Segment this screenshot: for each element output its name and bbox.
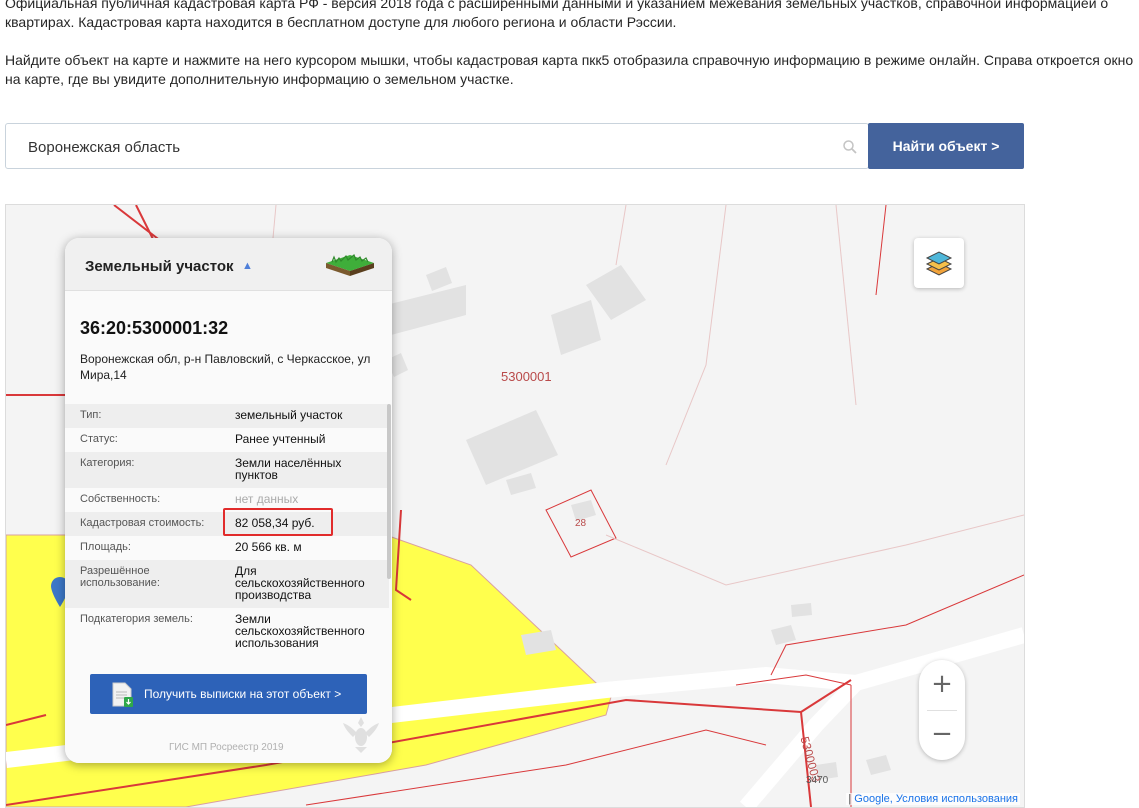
object-address: Воронежская обл, р-н Павловский, с Черка…: [80, 352, 371, 382]
properties-scrollbar[interactable]: [387, 404, 391, 579]
property-value: Ранее учтенный: [235, 432, 326, 446]
land-plot-icon: [326, 254, 374, 276]
property-row-permitted-use: Разрешённое использование: Для сельскохо…: [65, 560, 389, 608]
get-extracts-label: Получить выписки на этот объект >: [144, 687, 342, 701]
intro-text: Официальная публичная кадастровая карта …: [5, 0, 1135, 108]
card-title: Земельный участок: [85, 258, 234, 275]
document-download-icon: [112, 682, 133, 707]
zoom-in-button[interactable]: +: [919, 660, 965, 710]
property-label: Тип:: [80, 409, 102, 421]
find-object-button[interactable]: Найти объект >: [868, 123, 1024, 169]
property-value: земельный участок: [235, 408, 343, 422]
google-link[interactable]: Google: [854, 793, 889, 805]
map-attribution: | Google, Условия использования: [846, 793, 1020, 805]
card-body: 36:20:5300001:32 Воронежская обл, р-н Па…: [65, 291, 392, 763]
zoom-out-button[interactable]: −: [919, 710, 965, 760]
property-row-category: Категория: Земли населённых пунктов: [65, 452, 389, 488]
property-label: Категория:: [80, 457, 135, 469]
search-input[interactable]: [26, 124, 830, 170]
map-block-label: 5300001: [501, 369, 552, 384]
object-info-card: Земельный участок ▲ 36:20:5300001:32 Вор…: [65, 238, 392, 763]
property-label: Собственность:: [80, 493, 161, 505]
intro-paragraph-1: Официальная публичная кадастровая карта …: [5, 0, 1109, 30]
cadastral-number: 36:20:5300001:32: [80, 318, 229, 338]
attribution-separator: |: [848, 793, 852, 805]
map-parcel-label: 28: [575, 518, 587, 529]
property-value: Земли населённых пунктов: [235, 456, 342, 482]
get-extracts-button[interactable]: Получить выписки на этот объект >: [90, 674, 367, 714]
property-row-land-subcategory: Подкатегория земель: Земли сельскохозяйс…: [65, 608, 389, 658]
property-label: Разрешённое использование:: [80, 565, 160, 589]
zoom-control: + −: [919, 660, 965, 760]
terms-link[interactable]: Условия использования: [896, 793, 1018, 805]
property-value: 20 566 кв. м: [235, 540, 302, 554]
cost-highlight-frame: [223, 508, 333, 536]
chevron-up-icon[interactable]: ▲: [242, 260, 253, 272]
property-row-area: Площадь: 20 566 кв. м: [65, 536, 389, 560]
property-label: Статус:: [80, 433, 118, 445]
property-row-type: Тип: земельный участок: [65, 404, 389, 428]
property-label: Кадастровая стоимость:: [80, 517, 205, 529]
layers-button[interactable]: [914, 238, 964, 288]
property-label: Подкатегория земель:: [80, 613, 193, 625]
card-footer-text: ГИС МП Росреестр 2019: [169, 742, 284, 753]
search-icon[interactable]: [842, 139, 858, 155]
property-row-status: Статус: Ранее учтенный: [65, 428, 389, 452]
layers-icon: [925, 251, 953, 276]
intro-paragraph-2: Найдите объект на карте и нажмите на нег…: [5, 52, 1134, 87]
cadastral-map[interactable]: 5300001 28 5300003 3470 + − | Google, Ус…: [5, 204, 1025, 808]
search-box: [5, 123, 869, 170]
property-value: Земли сельскохозяйственного использовани…: [235, 612, 365, 650]
property-value: нет данных: [235, 492, 299, 506]
card-header[interactable]: Земельный участок ▲: [65, 238, 392, 291]
search-bar: Найти объект >: [5, 123, 1024, 170]
property-label: Площадь:: [80, 541, 131, 553]
map-parcel-label-2: 3470: [806, 775, 829, 786]
property-value: Для сельскохозяйственного производства: [235, 564, 365, 602]
rosreestr-emblem-icon: [343, 717, 379, 753]
